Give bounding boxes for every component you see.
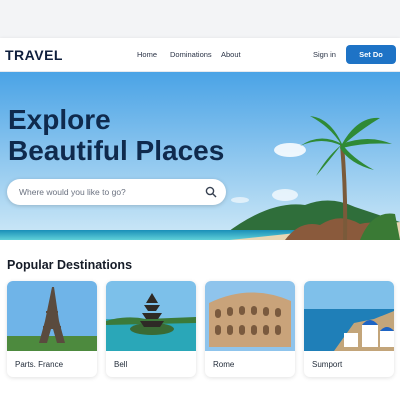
destination-card-bali[interactable]: Bell xyxy=(106,281,196,377)
card-label: Rome xyxy=(213,360,235,369)
card-label: Parts. France xyxy=(15,360,64,369)
cta-button[interactable]: Set Do xyxy=(346,45,396,64)
search-icon[interactable] xyxy=(205,186,217,198)
search-input[interactable] xyxy=(19,179,199,205)
destination-search[interactable] xyxy=(7,179,226,205)
nav-link-destinations[interactable]: Dominations xyxy=(170,50,212,59)
hero-title-line-2: Beautiful Places xyxy=(8,135,225,166)
sign-in-link[interactable]: Sign in xyxy=(313,50,336,59)
colosseum-image xyxy=(205,281,295,351)
bali-temple-image xyxy=(106,281,196,351)
hero-title-line-1: Explore xyxy=(8,104,111,135)
card-label: Sumport xyxy=(312,360,343,369)
hero-title: Explore Beautiful Places xyxy=(8,104,224,166)
destination-card-paris[interactable]: Parts. France xyxy=(7,281,97,377)
destination-card-rome[interactable]: Rome xyxy=(205,281,295,377)
nav-link-home[interactable]: Home xyxy=(137,50,157,59)
brand-logo[interactable]: TRAVEL xyxy=(5,47,63,63)
eiffel-tower-image xyxy=(7,281,97,351)
nav-link-about[interactable]: About xyxy=(221,50,241,59)
destination-card-santorini[interactable]: Sumport xyxy=(304,281,394,377)
card-label: Bell xyxy=(114,360,128,369)
top-navigation: TRAVEL Home Dominations About Sign in Se… xyxy=(0,38,400,72)
hero-banner: Explore Beautiful Places xyxy=(0,72,400,240)
browser-page: TRAVEL Home Dominations About Sign in Se… xyxy=(0,38,400,400)
section-title: Popular Destinations xyxy=(7,258,133,272)
santorini-image xyxy=(304,281,394,351)
